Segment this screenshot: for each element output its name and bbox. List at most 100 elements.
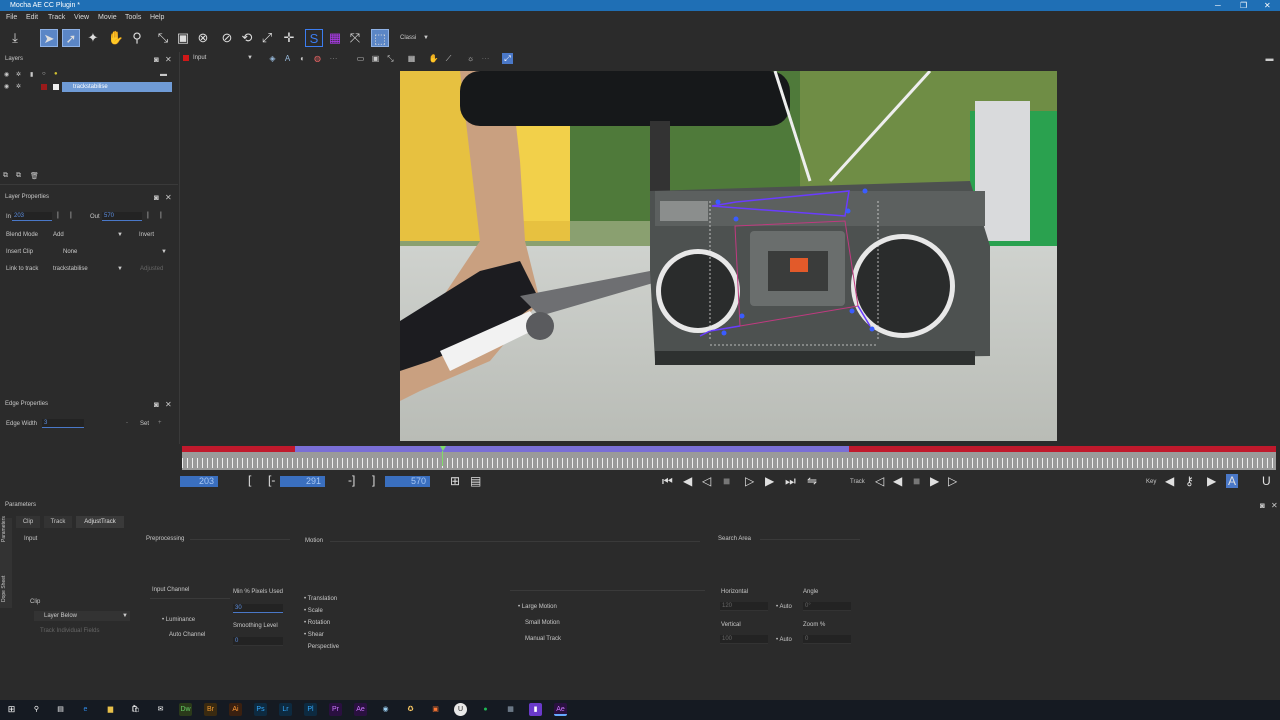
set-out-icon[interactable]: | bbox=[147, 212, 149, 219]
motion-perspective-checkbox[interactable]: • Perspective bbox=[304, 644, 339, 650]
alpha-icon[interactable]: A bbox=[282, 53, 293, 64]
out-field[interactable]: 570 bbox=[102, 212, 142, 221]
cog-icon[interactable]: ✲ bbox=[16, 83, 21, 90]
link-to-track-dropdown[interactable]: trackstabilise ▼ bbox=[51, 264, 125, 274]
adjusted-checkbox[interactable]: Adjusted bbox=[140, 266, 163, 272]
illustrator-icon[interactable]: Ai bbox=[229, 703, 242, 716]
close-icon[interactable]: ✕ bbox=[1264, 1, 1271, 10]
lock-icon[interactable]: ▮ bbox=[30, 71, 33, 78]
current-frame-field[interactable]: 291 bbox=[280, 476, 325, 487]
viewer-menu-icon[interactable]: ▬ bbox=[1264, 53, 1275, 64]
autokey-icon[interactable]: A bbox=[1226, 474, 1239, 488]
timeline-range-icon[interactable]: ▤ bbox=[470, 474, 481, 488]
show-tracks-icon[interactable]: ✋ bbox=[428, 53, 439, 64]
tab-adjusttrack[interactable]: AdjustTrack bbox=[76, 516, 124, 528]
motion-rotation-checkbox[interactable]: • Rotation bbox=[304, 620, 330, 626]
windows-start-icon[interactable]: ⊞ bbox=[5, 703, 18, 716]
menu-help[interactable]: Help bbox=[150, 14, 164, 21]
zoom-field[interactable]: 0 bbox=[803, 635, 851, 644]
invert-checkbox[interactable]: Invert bbox=[139, 232, 154, 238]
align-surface-icon[interactable]: ⤧ bbox=[346, 29, 364, 47]
spotify-icon[interactable]: ● bbox=[479, 703, 492, 716]
blend-mode-dropdown[interactable]: Add ▼ bbox=[51, 230, 125, 240]
trace-icon[interactable]: ⤡ bbox=[385, 53, 396, 64]
menu-movie[interactable]: Movie bbox=[98, 14, 117, 21]
edge-browser-icon[interactable]: e bbox=[79, 703, 92, 716]
scale-icon[interactable]: ⤢ bbox=[258, 29, 276, 47]
float-panel-icon[interactable]: ◙ bbox=[1260, 501, 1265, 510]
goto-end-icon[interactable]: ⏭ bbox=[785, 474, 796, 489]
lightroom-icon[interactable]: Lr bbox=[279, 703, 292, 716]
spline-point[interactable] bbox=[721, 330, 727, 336]
clip-dropdown[interactable]: Layer Below ▼ bbox=[34, 611, 130, 621]
bezier-icon[interactable]: ⊗ bbox=[194, 29, 212, 47]
menu-file[interactable]: File bbox=[6, 14, 17, 21]
duplicate-layer-icon[interactable]: ⧉ bbox=[16, 172, 21, 180]
eye-icon[interactable]: ◉ bbox=[4, 71, 9, 78]
out-frame-field[interactable]: 570 bbox=[385, 476, 430, 487]
insert-clip-dropdown[interactable]: None ▼ bbox=[51, 247, 169, 257]
tab-track[interactable]: Track bbox=[44, 516, 72, 528]
layer-row[interactable]: ◉ ✲ trackstabilise bbox=[4, 82, 174, 92]
step-forward-icon[interactable]: ▶ bbox=[765, 474, 774, 488]
goto-out-icon[interactable]: -] bbox=[348, 473, 355, 487]
photoshop-icon[interactable]: Ps bbox=[254, 703, 267, 716]
delete-layer-icon[interactable]: 🗑 bbox=[30, 172, 39, 180]
vertical-auto-checkbox[interactable]: • Auto bbox=[776, 637, 792, 643]
magnet-icon[interactable]: ⤡ bbox=[154, 29, 172, 47]
color-icon[interactable]: ● bbox=[54, 71, 58, 77]
luminance-radio[interactable]: • Luminance bbox=[162, 617, 195, 623]
play-forward-icon[interactable]: ▷ bbox=[745, 474, 754, 488]
store-icon[interactable]: 🛍 bbox=[129, 703, 142, 716]
contrast-icon[interactable]: ⋯ bbox=[480, 53, 491, 64]
dreamweaver-icon[interactable]: Dw bbox=[179, 703, 192, 716]
small-motion-radio[interactable]: Small Motion bbox=[525, 620, 560, 626]
stop-icon[interactable]: ■ bbox=[723, 474, 730, 488]
spline-point[interactable] bbox=[715, 199, 721, 205]
minimize-icon[interactable]: ─ bbox=[1215, 1, 1221, 10]
viewer[interactable] bbox=[180, 66, 1280, 444]
mocha-ae-icon[interactable]: Ae bbox=[554, 703, 567, 716]
eye-icon[interactable]: ◉ bbox=[4, 83, 9, 90]
close-panel-icon[interactable]: ✕ bbox=[1271, 501, 1278, 510]
track-forward-icon[interactable]: ▷ bbox=[948, 474, 957, 488]
smoothing-field[interactable]: 0 bbox=[233, 637, 283, 646]
track-stop-icon[interactable]: ■ bbox=[913, 474, 920, 488]
spline-point[interactable] bbox=[733, 216, 739, 222]
visibility-icon[interactable]: ○ bbox=[42, 71, 46, 77]
app-icon[interactable]: U bbox=[454, 703, 467, 716]
min-pixels-field[interactable]: 30 bbox=[233, 604, 283, 613]
premiere-icon[interactable]: Pr bbox=[329, 703, 342, 716]
surface-icon[interactable]: S bbox=[305, 29, 323, 47]
rgb-icon[interactable]: ◈ bbox=[267, 53, 278, 64]
spline-point[interactable] bbox=[869, 326, 875, 332]
grid-icon[interactable]: ▦ bbox=[326, 29, 344, 47]
layer-name[interactable]: trackstabilise bbox=[62, 82, 172, 92]
show-planar-icon[interactable]: ⬚ bbox=[371, 29, 389, 47]
mail-icon[interactable]: ✉ bbox=[154, 703, 167, 716]
app-icon[interactable]: ◉ bbox=[379, 703, 392, 716]
bridge-icon[interactable]: Br bbox=[204, 703, 217, 716]
prelude-icon[interactable]: Pl bbox=[304, 703, 317, 716]
set-in-point-icon[interactable]: [ bbox=[248, 473, 251, 487]
side-tab-dope-sheet[interactable]: Dope Sheet bbox=[1, 576, 7, 602]
float-panel-icon[interactable]: ◙ bbox=[154, 55, 159, 64]
hand-tool-icon[interactable]: ✋ bbox=[107, 29, 125, 47]
close-panel-icon[interactable]: ✕ bbox=[165, 55, 172, 64]
motion-scale-checkbox[interactable]: • Scale bbox=[304, 608, 323, 614]
reorder-icon[interactable]: ⟲ bbox=[238, 29, 256, 47]
mask-icon[interactable]: ◐ bbox=[297, 53, 308, 64]
goto-start-icon[interactable]: ⏮ bbox=[662, 474, 673, 489]
search-icon[interactable]: ⚲ bbox=[30, 703, 43, 716]
zoom-timeline-icon[interactable]: ⊞ bbox=[450, 474, 460, 488]
task-view-icon[interactable]: ▤ bbox=[54, 703, 67, 716]
x-spline-icon[interactable]: ▣ bbox=[174, 29, 192, 47]
save-icon[interactable]: ⤓ bbox=[6, 29, 24, 47]
play-backward-icon[interactable]: ◁ bbox=[702, 474, 711, 488]
track-step-forward-icon[interactable]: ▶ bbox=[930, 474, 939, 488]
overlay-icon[interactable]: ◍ bbox=[312, 53, 323, 64]
large-motion-radio[interactable]: • Large Motion bbox=[518, 604, 557, 610]
twitch-icon[interactable]: ▮ bbox=[529, 703, 542, 716]
set-out-point-icon[interactable]: ] bbox=[372, 473, 375, 487]
tab-clip[interactable]: Clip bbox=[16, 516, 40, 528]
